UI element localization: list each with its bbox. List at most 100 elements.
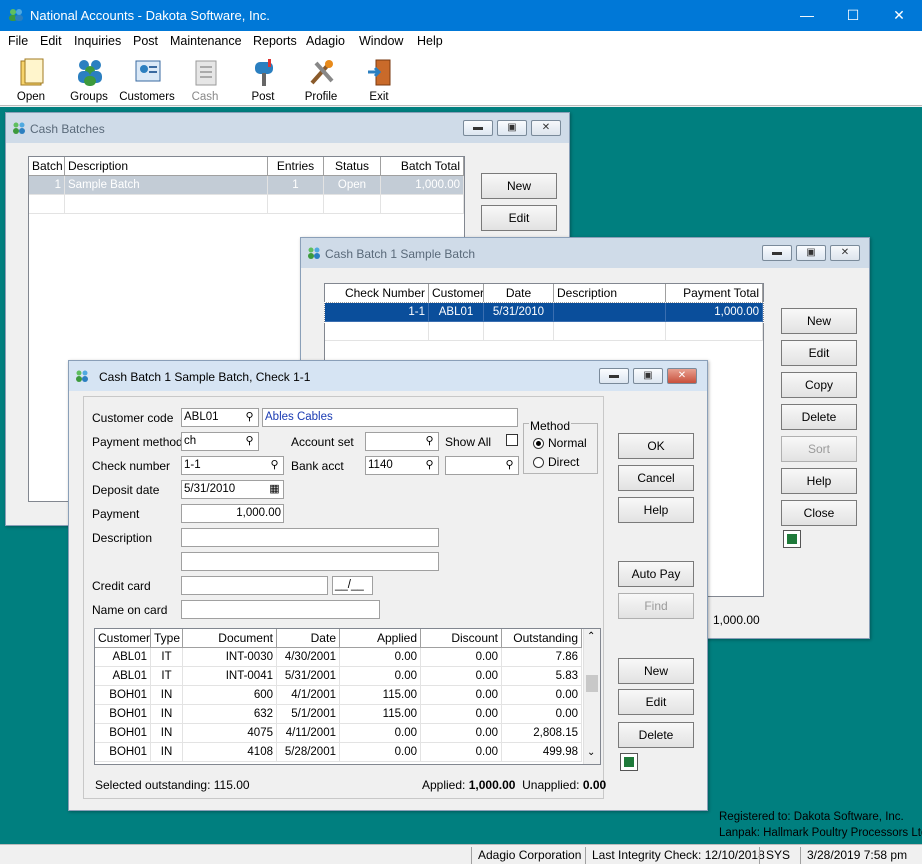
search-icon[interactable]: ⚲ [242,434,257,449]
search-icon[interactable]: ⚲ [502,458,517,473]
minimize-button[interactable]: — [784,0,830,31]
batch-help-button[interactable]: Help [781,468,857,494]
column-header[interactable]: Customer [429,284,484,303]
column-header[interactable]: Description [554,284,666,303]
customer-code-value: ABL01 [184,411,219,423]
document-delete-button[interactable]: Delete [618,722,694,748]
excel-export-icon[interactable] [620,753,638,771]
toolbar-groups-button[interactable]: Groups [60,53,118,105]
toolbar-profile-button[interactable]: Profile [292,53,350,105]
batches-new-button[interactable]: New [481,173,557,199]
method-normal-radio[interactable] [533,438,544,449]
column-header[interactable]: Discount [421,629,502,648]
window-close-button[interactable]: ✕ [531,120,561,136]
bank-acct-secondary-field[interactable]: ⚲ [445,456,519,475]
menu-help[interactable]: Help [417,34,443,48]
method-direct-radio[interactable] [533,457,544,468]
column-header[interactable]: Batch Total [381,157,464,176]
menu-window[interactable]: Window [359,34,403,48]
search-icon[interactable]: ⚲ [422,434,437,449]
maximize-button[interactable]: ☐ [830,0,876,31]
cancel-button[interactable]: Cancel [618,465,694,491]
description-label: Description [92,531,153,545]
menu-adagio[interactable]: Adagio [306,34,345,48]
menu-post[interactable]: Post [133,34,158,48]
batch-copy-button[interactable]: Copy [781,372,857,398]
toolbar-open-label: Open [16,91,46,103]
document-new-button[interactable]: New [618,658,694,684]
window-restore-button[interactable]: ▣ [497,120,527,136]
column-header[interactable]: Date [277,629,340,648]
column-header[interactable]: Check Number [325,284,429,303]
window-restore-button[interactable]: ▣ [796,245,826,261]
account-set-field[interactable]: ⚲ [365,432,439,451]
window-minimize-button[interactable]: ▬ [762,245,792,261]
vertical-scrollbar[interactable]: ⌃ ⌄ [583,629,600,764]
column-header[interactable]: Applied [340,629,421,648]
menu-reports[interactable]: Reports [253,34,297,48]
scrollbar-thumb[interactable] [586,675,598,692]
card-expiry-field[interactable]: __/__ [332,576,373,595]
table-row[interactable]: 1 Sample Batch 1 Open 1,000.00 [29,176,464,195]
window-minimize-button[interactable]: ▬ [463,120,493,136]
documents-grid[interactable]: Customer Type Document Date Applied Disc… [94,628,601,765]
search-icon[interactable]: ⚲ [242,410,257,425]
show-all-checkbox[interactable] [506,434,518,446]
column-header[interactable]: Description [65,157,268,176]
column-header[interactable]: Outstanding [502,629,582,648]
toolbar-cash-button[interactable]: Cash [176,53,234,105]
credit-card-field[interactable] [181,576,328,595]
calendar-icon[interactable]: ▦ [267,482,282,497]
menu-file[interactable]: File [8,34,28,48]
ok-button[interactable]: OK [618,433,694,459]
toolbar-exit-button[interactable]: Exit [350,53,408,105]
document-edit-button[interactable]: Edit [618,689,694,715]
window-minimize-button[interactable]: ▬ [599,368,629,384]
payment-method-field[interactable]: ch ⚲ [181,432,259,451]
document-cell: 4/11/2001 [277,724,340,743]
menu-inquiries[interactable]: Inquiries [74,34,121,48]
column-header[interactable]: Type [151,629,183,648]
column-header[interactable]: Entries [268,157,324,176]
menu-maintenance[interactable]: Maintenance [170,34,242,48]
description-field-1[interactable] [181,528,439,547]
column-header[interactable]: Customer [95,629,151,648]
toolbar-open-button[interactable]: Open [2,53,60,105]
column-header[interactable]: Date [484,284,554,303]
payment-field[interactable]: 1,000.00 [181,504,284,523]
description-field-2[interactable] [181,552,439,571]
help-button[interactable]: Help [618,497,694,523]
customer-code-field[interactable]: ABL01 ⚲ [181,408,259,427]
menu-edit[interactable]: Edit [40,34,62,48]
batches-edit-button[interactable]: Edit [481,205,557,231]
search-icon[interactable]: ⚲ [422,458,437,473]
batch-edit-button[interactable]: Edit [781,340,857,366]
selected-outstanding-text: Selected outstanding: [95,778,211,792]
scroll-down-icon[interactable]: ⌄ [587,747,595,758]
document-cell: 4/30/2001 [277,648,340,667]
batch-close-button[interactable]: Close [781,500,857,526]
batch-sort-button[interactable]: Sort [781,436,857,462]
search-icon[interactable]: ⚲ [267,458,282,473]
window-restore-button[interactable]: ▣ [633,368,663,384]
close-button[interactable]: ✕ [876,0,922,31]
toolbar-customers-button[interactable]: Customers [118,53,176,105]
name-on-card-field[interactable] [181,600,380,619]
window-close-button[interactable]: ✕ [830,245,860,261]
batch-delete-button[interactable]: Delete [781,404,857,430]
window-close-button[interactable]: ✕ [667,368,697,384]
table-row[interactable]: 1-1 ABL01 5/31/2010 1,000.00 [324,302,764,323]
batch-new-button[interactable]: New [781,308,857,334]
toolbar-post-button[interactable]: Post [234,53,292,105]
excel-export-icon[interactable] [783,530,801,548]
column-header[interactable]: Document [183,629,277,648]
column-header[interactable]: Batch [29,157,65,176]
bank-acct-field[interactable]: 1140 ⚲ [365,456,439,475]
deposit-date-field[interactable]: 5/31/2010 ▦ [181,480,284,499]
auto-pay-button[interactable]: Auto Pay [618,561,694,587]
column-header[interactable]: Payment Total [666,284,763,303]
scroll-up-icon[interactable]: ⌃ [587,631,595,642]
column-header[interactable]: Status [324,157,381,176]
find-button[interactable]: Find [618,593,694,619]
check-number-field[interactable]: 1-1 ⚲ [181,456,284,475]
